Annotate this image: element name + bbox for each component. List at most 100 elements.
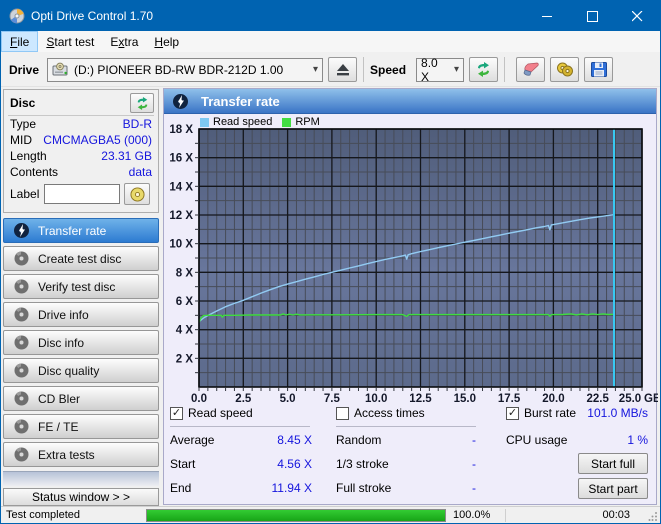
- svg-text:10.0: 10.0: [365, 393, 387, 405]
- sidebar-item-verify-test-disc[interactable]: Verify test disc: [3, 274, 159, 299]
- speed-value: 8.0 X: [421, 56, 448, 84]
- svg-text:18 X: 18 X: [169, 124, 193, 136]
- menu-help[interactable]: Help: [146, 31, 187, 52]
- read-speed-checkbox[interactable]: ✓ Read speed: [170, 406, 253, 420]
- disc-panel: Disc TypeBD-R MIDCMCMAGBA5 (000) Length2…: [3, 89, 159, 213]
- disc-bolt-icon: [13, 222, 30, 239]
- status-window-button[interactable]: Status window > >: [3, 488, 159, 506]
- maximize-button[interactable]: [570, 1, 615, 31]
- elapsed-time: 00:03: [510, 509, 660, 521]
- svg-text:5.0: 5.0: [280, 393, 296, 405]
- menu-extra[interactable]: Extra: [102, 31, 146, 52]
- menu-start-test[interactable]: Start test: [38, 31, 102, 52]
- drive-select[interactable]: (D:) PIONEER BD-RW BDR-212D 1.00 ▾: [47, 58, 323, 82]
- refresh-disc-button[interactable]: [130, 93, 154, 113]
- refresh-icon: [475, 62, 492, 77]
- statusbar-separator: [505, 509, 506, 522]
- title-bar: Opti Drive Control 1.70: [1, 1, 660, 31]
- save-icon: [591, 62, 607, 77]
- sidebar: Disc TypeBD-R MIDCMCMAGBA5 (000) Length2…: [1, 87, 161, 506]
- app-icon: [9, 8, 25, 24]
- resize-grip[interactable]: [648, 511, 658, 521]
- svg-text:12.5: 12.5: [409, 393, 432, 405]
- svg-text:2.5: 2.5: [235, 393, 252, 405]
- disc-icon: [13, 362, 30, 379]
- toolbar-separator: [363, 57, 364, 82]
- toolbar: Drive (D:) PIONEER BD-RW BDR-212D 1.00 ▾…: [1, 53, 660, 87]
- start-full-button[interactable]: Start full: [578, 453, 648, 474]
- disc-icon: [13, 306, 30, 323]
- sidebar-item-drive-info[interactable]: Drive info: [3, 302, 159, 327]
- write-label-button[interactable]: [124, 183, 150, 205]
- chart-legend: Read speed RPM: [200, 116, 330, 128]
- menu-file[interactable]: File: [1, 31, 38, 52]
- rpm-legend-label: RPM: [295, 116, 319, 128]
- svg-text:25.0: 25.0: [619, 393, 641, 405]
- svg-text:10 X: 10 X: [169, 239, 193, 251]
- drive-value: (D:) PIONEER BD-RW BDR-212D 1.00: [74, 63, 283, 77]
- menu-bar: File Start test Extra Help: [1, 31, 660, 53]
- stat-full-stroke: Full stroke-: [336, 481, 476, 497]
- svg-text:6 X: 6 X: [176, 296, 194, 308]
- stat-end: End11.94 X: [170, 481, 312, 497]
- read-speed-stats: Average8.45 X Start4.56 X End11.94 X: [170, 433, 312, 505]
- panel-header: Transfer rate: [164, 89, 656, 114]
- gold-disc-icon: [130, 187, 145, 202]
- disc-icon: [13, 334, 30, 351]
- disc-bolt-icon: [172, 93, 189, 110]
- chevron-down-icon: ▾: [307, 64, 318, 75]
- close-button[interactable]: [615, 1, 660, 31]
- svg-text:22.5: 22.5: [587, 393, 610, 405]
- progress-percent: 100.0%: [453, 509, 501, 521]
- disc-row-type: TypeBD-R: [8, 116, 154, 132]
- sidebar-gap: [3, 471, 159, 486]
- erase-disc-button[interactable]: [516, 57, 545, 82]
- window-title: Opti Drive Control 1.70: [31, 9, 525, 23]
- disc-icon: [13, 278, 30, 295]
- speed-select[interactable]: 8.0 X ▾: [416, 58, 464, 82]
- disc-row-mid: MIDCMCMAGBA5 (000): [8, 132, 154, 148]
- sidebar-item-cd-bler[interactable]: CD Bler: [3, 386, 159, 411]
- minimize-button[interactable]: [525, 1, 570, 31]
- access-times-checkbox[interactable]: Access times: [336, 406, 425, 420]
- save-button[interactable]: [584, 57, 613, 82]
- read-speed-legend-label: Read speed: [213, 116, 272, 128]
- sidebar-item-extra-tests[interactable]: Extra tests: [3, 442, 159, 467]
- eject-button[interactable]: [328, 57, 357, 82]
- svg-text:17.5: 17.5: [498, 393, 521, 405]
- label-input[interactable]: [44, 184, 120, 204]
- refresh-speed-button[interactable]: [469, 57, 498, 82]
- sidebar-item-disc-info[interactable]: Disc info: [3, 330, 159, 355]
- disc-row-length: Length23.31 GB: [8, 148, 154, 164]
- sidebar-item-disc-quality[interactable]: Disc quality: [3, 358, 159, 383]
- burst-rate-checkbox[interactable]: ✓ Burst rate 101.0 MB/s: [506, 406, 648, 420]
- sidebar-item-fe-te[interactable]: FE / TE: [3, 414, 159, 439]
- disc-tools-button[interactable]: [550, 57, 579, 82]
- checkbox-icon: ✓: [170, 407, 183, 420]
- access-times-stats: Random- 1/3 stroke- Full stroke-: [336, 433, 476, 505]
- label-field-caption: Label: [10, 187, 44, 201]
- stat-one-third-stroke: 1/3 stroke-: [336, 457, 476, 473]
- stat-average: Average8.45 X: [170, 433, 312, 449]
- speed-label: Speed: [370, 63, 406, 77]
- drive-label: Drive: [9, 63, 39, 77]
- disc-panel-title: Disc: [10, 96, 35, 110]
- svg-text:15.0: 15.0: [454, 393, 476, 405]
- sidebar-item-transfer-rate[interactable]: Transfer rate: [3, 218, 159, 243]
- start-part-button[interactable]: Start part: [578, 478, 648, 499]
- content-area: Disc TypeBD-R MIDCMCMAGBA5 (000) Length2…: [1, 87, 660, 506]
- sidebar-nav: Transfer rate Create test disc Verify te…: [3, 218, 159, 470]
- column-rule: [170, 426, 310, 427]
- status-text: Test completed: [1, 509, 146, 521]
- chevron-down-icon: ▾: [448, 64, 459, 75]
- disc-icon: [13, 250, 30, 267]
- eject-icon: [336, 64, 350, 76]
- results-options: ✓ Read speed Access times ✓ Burst rate 1…: [164, 406, 656, 423]
- checkbox-icon: ✓: [506, 407, 519, 420]
- disc-icon: [13, 390, 30, 407]
- svg-text:12 X: 12 X: [169, 210, 193, 222]
- sidebar-item-create-test-disc[interactable]: Create test disc: [3, 246, 159, 271]
- app-window: Opti Drive Control 1.70 File Start test …: [0, 0, 661, 524]
- svg-text:0.0: 0.0: [191, 393, 207, 405]
- disc-icon: [13, 418, 30, 435]
